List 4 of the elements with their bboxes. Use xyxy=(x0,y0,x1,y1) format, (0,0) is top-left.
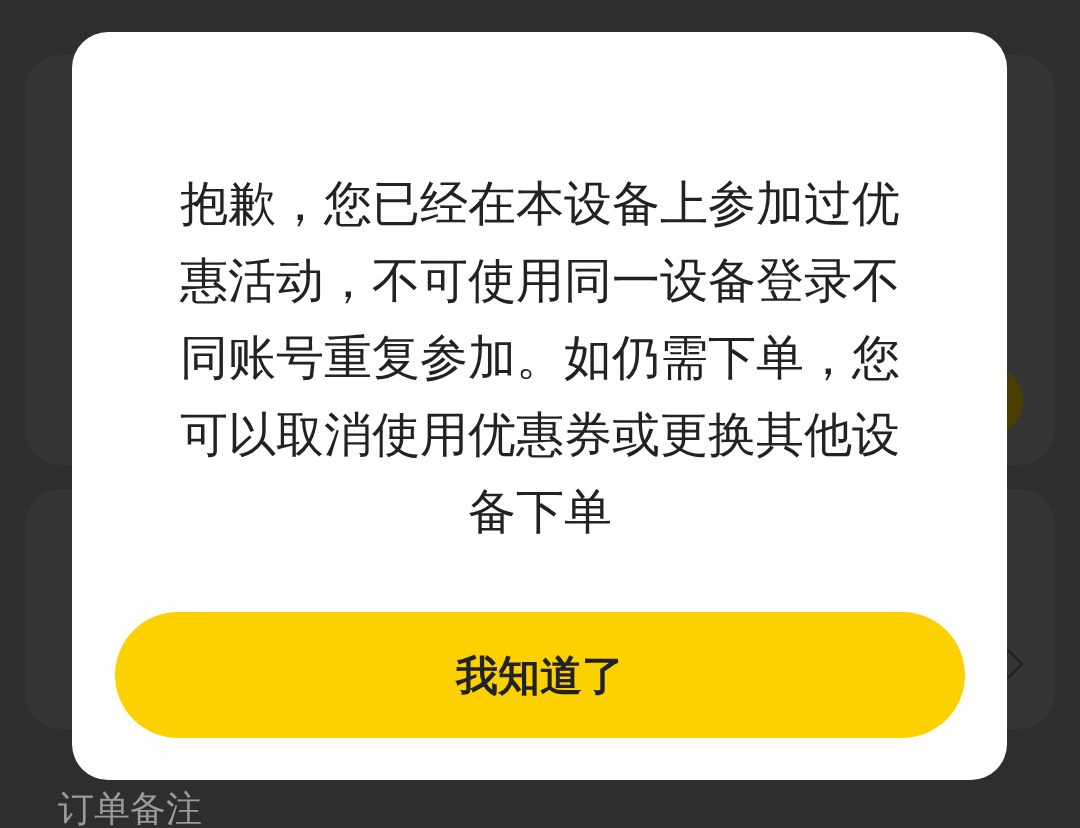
dialog-message: 抱歉，您已经在本设备上参加过优惠活动，不可使用同一设备登录不同账号重复参加。如仍需下单，您可以取消使用优惠券或更换其他设备下单 xyxy=(178,176,901,540)
order-note-label: 订单备注 xyxy=(58,788,202,828)
confirm-button[interactable]: 我知道了 xyxy=(114,612,965,738)
chevron-right-icon xyxy=(1005,647,1025,681)
